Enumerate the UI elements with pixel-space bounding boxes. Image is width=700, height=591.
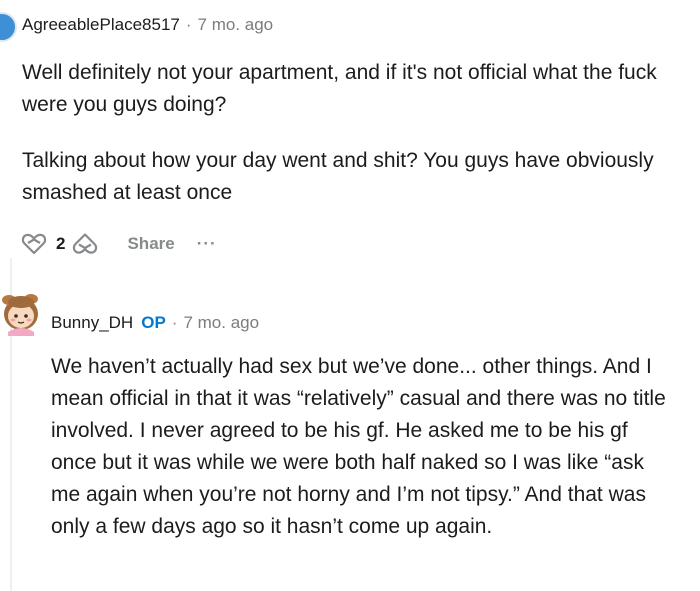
meta-separator: · bbox=[171, 313, 178, 332]
comment-meta: Bunny_DH OP · 7 mo. ago bbox=[51, 313, 259, 333]
comment-body-paragraph: Well definitely not your apartment, and … bbox=[22, 61, 657, 116]
downvote-icon[interactable] bbox=[71, 230, 99, 258]
share-button[interactable]: Share bbox=[127, 234, 174, 254]
op-badge: OP bbox=[141, 313, 166, 332]
vote-count: 2 bbox=[56, 234, 66, 253]
more-options-button[interactable]: ··· bbox=[197, 234, 217, 254]
comment-author[interactable]: Bunny_DH bbox=[51, 313, 133, 333]
comment-author[interactable]: AgreeablePlace8517 bbox=[22, 15, 180, 35]
comment-age[interactable]: 7 mo. ago bbox=[198, 15, 274, 35]
comment-meta: AgreeablePlace8517 · 7 mo. ago bbox=[22, 15, 273, 35]
upvote-icon[interactable] bbox=[20, 230, 48, 258]
meta-separator: · bbox=[185, 15, 192, 34]
comment-action-bar: 2 Share ··· bbox=[20, 230, 217, 258]
user-avatar[interactable] bbox=[0, 286, 42, 336]
comment-body-paragraph: Talking about how your day went and shit… bbox=[22, 149, 654, 204]
user-avatar[interactable] bbox=[0, 12, 17, 42]
comment-body-paragraph: We haven’t actually had sex but we’ve do… bbox=[51, 355, 666, 538]
comment-age[interactable]: 7 mo. ago bbox=[183, 313, 259, 333]
